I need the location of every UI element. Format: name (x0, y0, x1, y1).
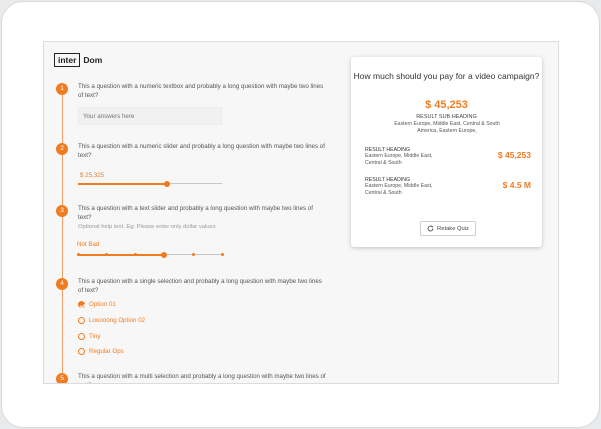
question-number: 2 (56, 143, 68, 155)
text-slider-handle[interactable] (161, 251, 168, 258)
radio-icon (78, 317, 85, 324)
text-slider-step[interactable] (220, 253, 224, 256)
logo-box-text: inter (54, 53, 81, 67)
question-number: 1 (56, 83, 68, 95)
slider-value: $ 25,325 (80, 172, 105, 179)
option-label: Regular Ops (89, 348, 124, 355)
retake-quiz-button[interactable]: Retake Quiz (420, 221, 476, 236)
result-main-value: $ 45,253 (425, 99, 468, 111)
result-value: $ 45,253 (497, 150, 531, 160)
radio-checked-icon (78, 301, 85, 308)
question-number: 5 (56, 373, 68, 383)
result-row: RESULT HEADING Eastern Europe, Middle Ea… (365, 147, 535, 166)
question-text: This a question with a numeric slider an… (78, 143, 325, 159)
retake-label: Retake Quiz (437, 225, 469, 232)
radio-icon (78, 348, 85, 355)
refresh-icon (427, 225, 434, 232)
numeric-answer-input[interactable] (78, 107, 222, 125)
question-text: This a question with a single selection … (78, 278, 322, 294)
question-text: This a question with a numeric textbox a… (78, 83, 324, 99)
radio-option[interactable]: Regular Ops (78, 348, 124, 355)
result-sub-description: Eastern Europe, Middle East, Central & S… (394, 121, 500, 134)
text-slider-step[interactable] (76, 253, 80, 256)
option-label: Looooong Option 02 (89, 317, 146, 324)
radio-option[interactable]: Tiny (78, 333, 100, 340)
text-slider-value: Not Bad (77, 241, 100, 248)
result-description: Eastern Europe, Middle East, Central & S… (365, 153, 433, 166)
text-slider-step[interactable] (134, 253, 138, 256)
option-label: Option 01 (89, 301, 116, 308)
slider-handle[interactable] (164, 180, 171, 187)
text-slider-fill (78, 253, 165, 256)
radio-icon (78, 333, 85, 340)
result-card: How much should you pay for a video camp… (351, 57, 542, 247)
result-value: $ 4.5 M (502, 180, 531, 190)
option-label: Tiny (89, 333, 101, 340)
radio-option[interactable]: Looooong Option 02 (78, 317, 145, 324)
help-text: Optional help text. Eg: Please enter onl… (78, 224, 216, 230)
result-sub-heading: RESULT SUB HEADING (416, 114, 477, 120)
question-number: 3 (56, 205, 68, 217)
logo-plain-text: Dom (83, 55, 103, 65)
quiz-page: inter Dom 1 This a question with a numer… (43, 41, 559, 384)
question-text: This a question with a text slider and p… (78, 205, 313, 221)
result-description: Eastern Europe, Middle East, Central & S… (365, 183, 433, 196)
question-timeline (62, 90, 63, 383)
result-title: How much should you pay for a video camp… (353, 71, 540, 81)
text-slider-step[interactable] (191, 253, 195, 256)
question-text: This a question with a multi selection a… (78, 373, 326, 383)
brand-logo[interactable]: inter Dom (54, 53, 102, 67)
result-row: RESULT HEADING Eastern Europe, Middle Ea… (365, 177, 535, 196)
question-number: 4 (56, 278, 68, 290)
slider-fill (78, 182, 168, 185)
radio-option[interactable]: Option 01 (78, 301, 116, 308)
text-slider-step[interactable] (105, 253, 109, 256)
